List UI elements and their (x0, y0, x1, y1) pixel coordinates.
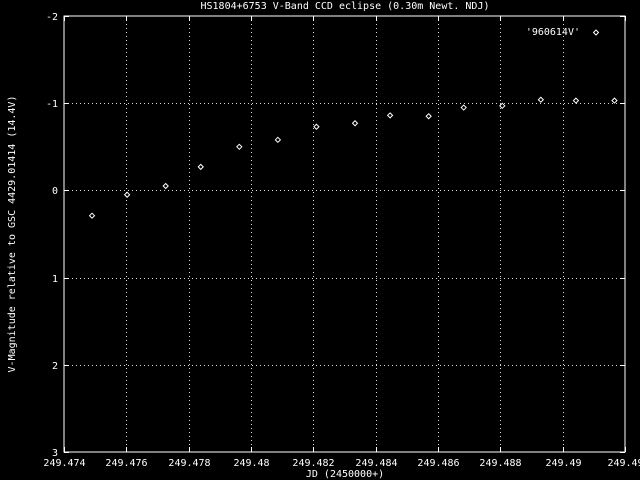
data-point (351, 120, 359, 127)
data-point (425, 113, 432, 120)
data-point (88, 212, 96, 219)
legend: '960614V' (526, 27, 600, 38)
data-point (197, 163, 204, 171)
x-tick-label: 249.486 (417, 458, 459, 469)
y-tick-labels: -2 -1 0 1 2 3 (46, 12, 58, 459)
x-tick-label: 249.49 (545, 458, 581, 469)
grid-lines (64, 16, 625, 452)
x-tick-label: 249.474 (43, 458, 85, 469)
x-tick-label: 249.49 (607, 458, 640, 469)
data-point (274, 136, 282, 144)
data-point (537, 96, 545, 103)
data-point (162, 182, 169, 190)
data-point (572, 97, 580, 104)
legend-label: '960614V' (526, 27, 580, 38)
plot-frame (63, 15, 626, 453)
data-point (313, 123, 320, 130)
y-axis-label: V-Magnitude relative to GSC 4429.01414 (… (7, 96, 18, 373)
x-tick-label: 249.482 (292, 458, 334, 469)
y-tick-label: -2 (46, 12, 58, 23)
chart-title: HS1804+6753 V-Band CCD eclipse (0.30m Ne… (201, 1, 490, 12)
x-axis-label: JD (2450000+) (306, 469, 384, 480)
x-tick-label: 249.478 (168, 458, 210, 469)
x-tick-labels: 249.474 249.476 249.478 249.48 249.482 249.48… (43, 458, 640, 469)
data-point (460, 104, 467, 111)
x-tick-label: 249.484 (355, 458, 397, 469)
data-point (611, 97, 618, 104)
y-tick-label: 2 (52, 361, 58, 372)
y-tick-label: 3 (52, 448, 58, 459)
y-tick-label: 1 (52, 274, 58, 285)
data-point (236, 143, 243, 151)
tick-marks (64, 16, 626, 453)
legend-marker (592, 29, 600, 36)
data-point (123, 191, 131, 198)
scatter-chart: 249.474 249.476 249.478 249.48 249.482 249.48… (7, 1, 640, 480)
data-points (88, 96, 618, 219)
x-tick-label: 249.476 (105, 458, 147, 469)
data-point (386, 112, 394, 119)
x-tick-label: 249.488 (479, 458, 521, 469)
y-tick-label: 0 (52, 186, 58, 197)
x-tick-label: 249.48 (233, 458, 269, 469)
y-tick-label: -1 (46, 99, 58, 110)
